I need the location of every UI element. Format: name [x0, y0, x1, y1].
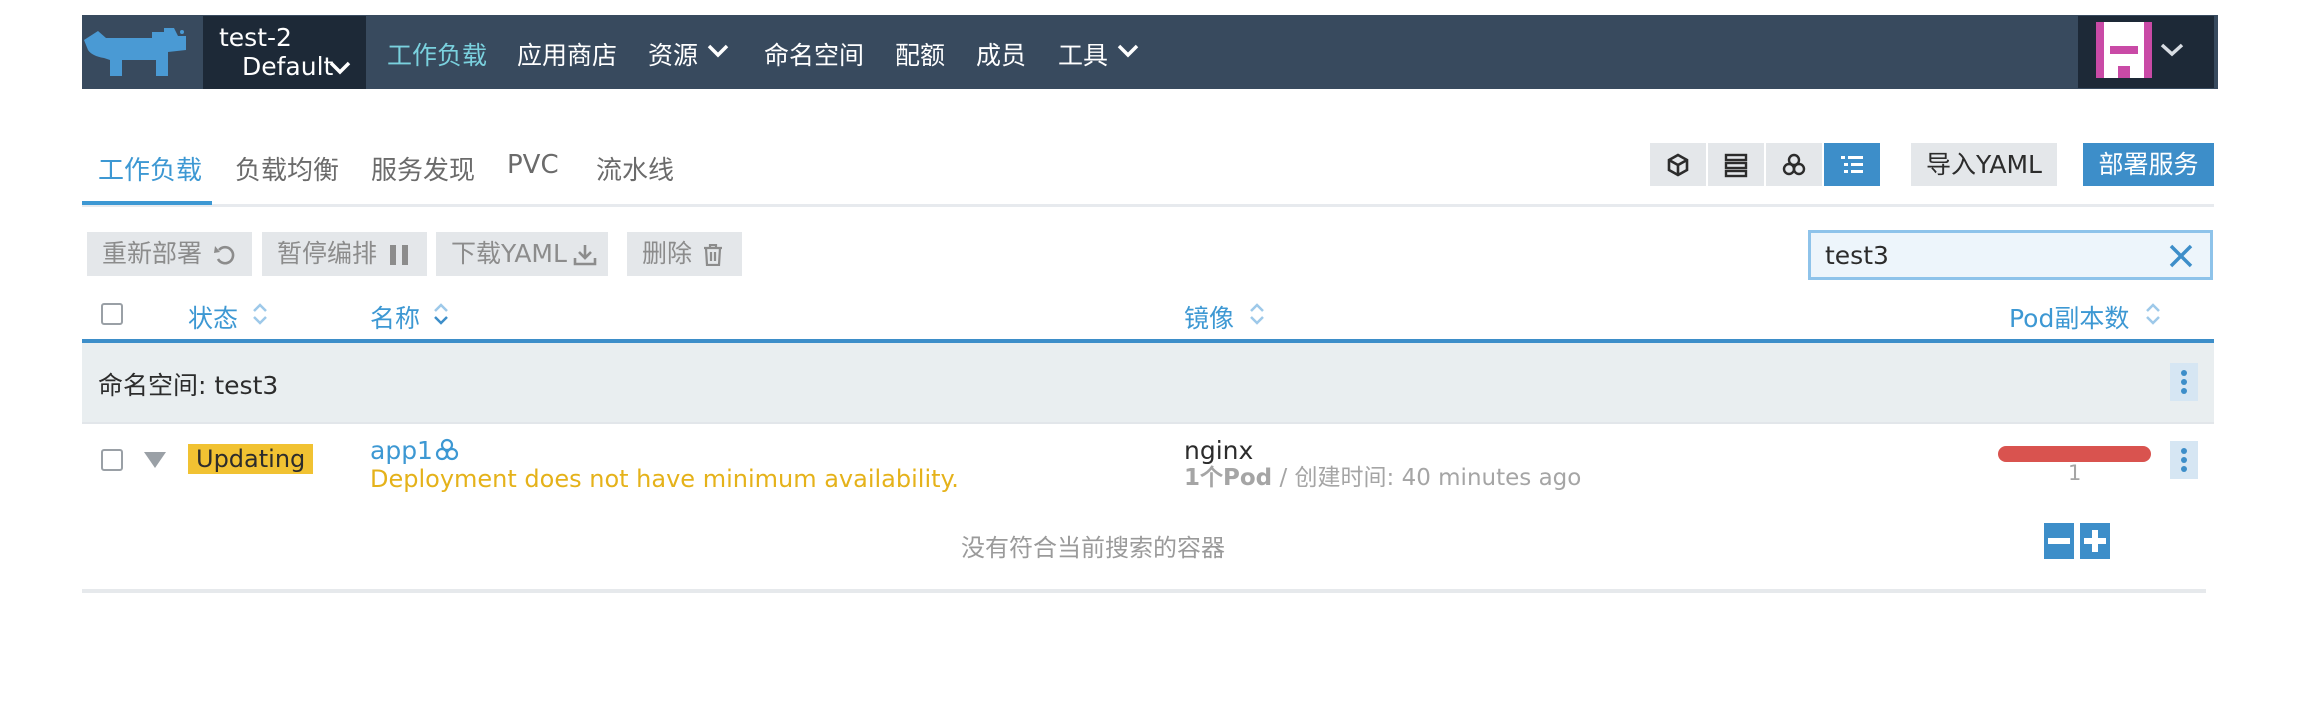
- empty-container-message: 没有符合当前搜索的容器: [961, 534, 1225, 562]
- deploy-service-button[interactable]: 部署服务: [2083, 143, 2214, 186]
- nav-quotas[interactable]: 配额: [895, 36, 945, 72]
- pause-orchestration-button[interactable]: 暂停编排: [262, 232, 427, 276]
- cluster-name: test-2: [219, 23, 292, 52]
- import-yaml-button[interactable]: 导入YAML: [1911, 143, 2057, 186]
- search-box[interactable]: [1808, 230, 2213, 280]
- plus-icon: [2084, 530, 2106, 552]
- project-name: Default: [242, 52, 334, 81]
- namespace-group-row: [82, 343, 2214, 422]
- sort-icon[interactable]: [2144, 301, 2162, 331]
- redeploy-label: 重新部署: [102, 239, 203, 268]
- chevron-down-icon: [329, 60, 351, 79]
- column-header-state[interactable]: 状态: [188, 299, 238, 335]
- rancher-logo-icon[interactable]: [82, 26, 192, 78]
- nav-members[interactable]: 成员: [976, 36, 1026, 72]
- nav-resources[interactable]: 资源: [648, 36, 698, 72]
- tab-service-discovery[interactable]: 服务发现: [371, 150, 475, 187]
- tab-pipelines[interactable]: 流水线: [596, 150, 674, 187]
- workload-status-message: Deployment does not have minimum availab…: [370, 465, 959, 493]
- tab-workloads[interactable]: 工作负载: [98, 150, 202, 187]
- select-all-checkbox[interactable]: [101, 303, 123, 325]
- scale-up-button[interactable]: [2080, 523, 2110, 559]
- nav-app-store[interactable]: 应用商店: [517, 36, 617, 72]
- column-header-image[interactable]: 镜像: [1184, 299, 1234, 335]
- nav-workloads[interactable]: 工作负载: [387, 36, 487, 72]
- redeploy-button[interactable]: 重新部署: [87, 232, 252, 276]
- nav-namespaces[interactable]: 命名空间: [764, 36, 864, 72]
- expand-caret-icon[interactable]: [142, 450, 168, 474]
- pod-meta: 1个Pod / 创建时间: 40 minutes ago: [1184, 458, 1581, 492]
- download-label: 下载YAML: [451, 239, 567, 268]
- row-divider: [82, 422, 2214, 424]
- pause-label: 暂停编排: [277, 239, 378, 268]
- download-yaml-button[interactable]: 下载YAML: [436, 232, 608, 276]
- tabs-divider: [82, 204, 2214, 207]
- row-checkbox[interactable]: [101, 449, 123, 471]
- pod-scale-bar: [1998, 446, 2151, 462]
- trash-icon: [704, 244, 722, 266]
- status-badge: Updating: [188, 444, 314, 474]
- created-time: 创建时间: 40 minutes ago: [1294, 465, 1582, 491]
- cluster-project-switcher[interactable]: test-2 Default: [203, 16, 366, 89]
- pod-count: 1个Pod: [1184, 465, 1273, 491]
- delete-button[interactable]: 删除: [627, 232, 742, 276]
- sort-icon[interactable]: [432, 301, 450, 331]
- column-header-name[interactable]: 名称: [370, 299, 420, 335]
- active-tab-indicator: [82, 201, 212, 205]
- minus-icon: [2048, 538, 2070, 544]
- pause-icon: [390, 245, 408, 265]
- column-header-pod-replicas[interactable]: Pod副本数: [2009, 299, 2129, 335]
- download-icon: [573, 245, 597, 266]
- tab-load-balancing[interactable]: 负载均衡: [235, 150, 339, 187]
- search-input[interactable]: [1825, 239, 2145, 271]
- namespace-actions-menu-icon[interactable]: [2170, 363, 2198, 401]
- sort-icon[interactable]: [1248, 301, 1266, 331]
- chevron-down-icon[interactable]: [2160, 42, 2184, 61]
- chevron-down-icon[interactable]: [1117, 43, 1139, 62]
- workload-actions-menu-icon[interactable]: [2170, 441, 2198, 479]
- view-group-button[interactable]: [1708, 143, 1764, 186]
- view-node-button[interactable]: [1650, 143, 1706, 186]
- clear-search-icon[interactable]: [2168, 243, 2194, 273]
- workload-name-link[interactable]: app1: [370, 436, 433, 465]
- scale-down-button[interactable]: [2044, 523, 2074, 559]
- avatar[interactable]: [2096, 22, 2152, 78]
- delete-label: 删除: [642, 239, 693, 268]
- pod-scale-count: 1: [2068, 461, 2082, 485]
- view-list-button[interactable]: [1824, 143, 1880, 186]
- sort-icon[interactable]: [251, 301, 269, 331]
- nav-tools[interactable]: 工具: [1058, 36, 1108, 72]
- view-service-button[interactable]: [1766, 143, 1822, 186]
- table-bottom-divider: [82, 589, 2206, 593]
- undo-icon: [214, 245, 235, 265]
- tab-pvc[interactable]: PVC: [507, 150, 559, 180]
- namespace-group-label: 命名空间: test3: [98, 371, 279, 400]
- meta-separator: /: [1279, 465, 1288, 491]
- deployment-icon: [434, 437, 460, 467]
- chevron-down-icon[interactable]: [707, 43, 729, 62]
